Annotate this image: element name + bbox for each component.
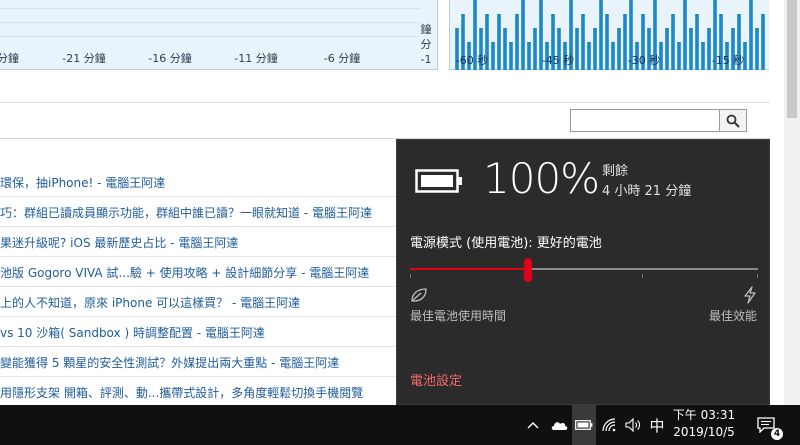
wifi-icon [602,418,616,432]
search-icon [726,114,740,128]
battery-full-icon [415,169,462,193]
minutes-tick-label: -6 分鐘 [323,52,361,65]
seconds-traffic-chart: 5 -60 秒 -45 秒 -30 秒 -15 秒 [449,0,769,70]
seconds-bar [695,14,699,70]
x-tick-label: -15 秒 [711,54,745,67]
x-tick-label: -60 秒 [455,54,489,67]
axis-label-char: 分 [420,38,432,51]
taskbar: 中 下午 03:31 2019/10/5 4 [0,405,800,445]
article-link[interactable]: 變能獲得 5 顆星的安全性測試？外媒提出兩大重點 - 電腦王阿達 [0,354,339,371]
y-tick-label: 5 [456,13,463,24]
remaining-time: 4 小時 21 分鐘 [602,184,692,199]
taskbar-clock[interactable]: 下午 03:31 2019/10/5 [668,407,740,443]
seconds-bar [521,0,525,70]
seconds-bar [701,42,705,70]
seconds-bar [683,0,687,70]
ime-label: 中 [649,416,665,435]
ime-mode-button[interactable]: 中 [646,405,668,445]
article-link[interactable]: 果迷升級呢? iOS 最新歷史占比 - 電腦王阿達 [0,234,238,251]
gridline [0,22,420,23]
seconds-bar [677,42,681,70]
seconds-bar [503,28,507,70]
slider-tick [757,274,758,278]
seconds-bar [509,42,513,70]
best-battery-life-label: 最佳電池使用時間 [410,309,507,323]
page-scrollbar[interactable] [784,0,800,405]
axis-label-char: 鐘 [420,23,432,36]
lightning-bolt-icon [744,286,756,304]
seconds-bar [599,0,603,70]
minutes-tick-label: -21 分鐘 [62,52,106,65]
seconds-bar [497,14,501,70]
show-hidden-icons-button[interactable] [520,405,546,445]
seconds-bar [587,42,591,70]
article-link[interactable]: 用隱形支架 開箱、評測、動...攜帶式設計，多角度輕鬆切換手機閱覽 [0,384,363,401]
clock-time: 下午 03:31 [672,408,736,422]
power-mode-label: 電源模式 (使用電池): 更好的電池 [410,236,602,251]
seconds-bar [533,28,537,70]
speaker-icon [625,418,640,432]
gridline [0,36,420,37]
notification-count-badge: 4 [771,428,783,440]
seconds-bar [707,28,711,70]
seconds-bar [611,42,615,70]
volume-button[interactable] [622,405,644,445]
seconds-bar [665,28,669,70]
article-link[interactable]: 池版 Gogoro VIVA 試...驗 + 使用攻略 + 設計細節分享 - 電… [0,264,369,281]
leaf-icon [411,288,427,302]
seconds-bar [761,14,765,70]
minutes-tick-label: -11 分鐘 [234,52,278,65]
minutes-traffic-chart: 分鐘 -21 分鐘 -16 分鐘 -11 分鐘 -6 分鐘 鐘 分 -1 [0,0,438,70]
power-mode-slider-thumb[interactable] [524,258,533,282]
minutes-tick-label: 分鐘 [0,52,19,65]
axis-label-char: -1 [420,53,432,66]
divider [0,102,770,103]
seconds-bar [605,14,609,70]
battery-percentage: 100% [483,154,600,203]
seconds-bar [575,28,579,70]
minutes-axis-label: 鐘 分 -1 [418,22,434,67]
gridline [0,8,420,9]
seconds-bar [671,14,675,70]
seconds-bar [623,14,627,70]
x-tick-label: -45 秒 [541,54,575,67]
battery-flyout: 100% 剩餘 4 小時 21 分鐘 電源模式 (使用電池): 更好的電池 最佳… [396,139,770,405]
article-link[interactable]: 環保，抽iPhone! - 電腦王阿達 [0,174,165,191]
seconds-bar [515,14,519,70]
seconds-bar [593,28,597,70]
search-input[interactable] [570,109,720,132]
remaining-label: 剩餘 [602,164,629,179]
seconds-bar [689,28,693,70]
battery-tray-button[interactable] [572,405,596,445]
seconds-bar [617,28,621,70]
seconds-bar [755,28,759,70]
chevron-up-icon [527,422,539,429]
scrollbar-thumb[interactable] [787,0,797,118]
battery-icon [575,420,593,430]
seconds-bar [491,42,495,70]
network-button[interactable] [598,405,622,445]
article-link[interactable]: 巧：群組已讀成員顯示功能，群組中誰已讀？一眼就知道 - 電腦王阿達 [0,204,372,221]
power-mode-slider-track[interactable] [410,268,758,270]
battery-settings-link[interactable]: 電池設定 [410,370,462,389]
slider-tick [410,274,411,278]
x-tick-label: -30 秒 [627,54,661,67]
seconds-bar [749,0,753,70]
best-performance-label: 最佳效能 [708,309,757,323]
onedrive-button[interactable] [546,405,572,445]
minutes-tick-label: -16 分鐘 [148,52,192,65]
onedrive-cloud-icon [551,421,568,430]
power-mode-slider-fill [410,268,529,270]
seconds-bar [581,14,585,70]
slider-tick [642,274,643,278]
clock-date: 2019/10/5 [673,425,735,439]
article-link[interactable]: 上的人不知道，原來 iPhone 可以這樣買？ - 電腦王阿達 [0,294,300,311]
search-button[interactable] [719,109,747,132]
seconds-bar [527,42,531,70]
article-link[interactable]: vs 10 沙箱( Sandbox ) 時調整配置 - 電腦王阿達 [0,324,265,341]
